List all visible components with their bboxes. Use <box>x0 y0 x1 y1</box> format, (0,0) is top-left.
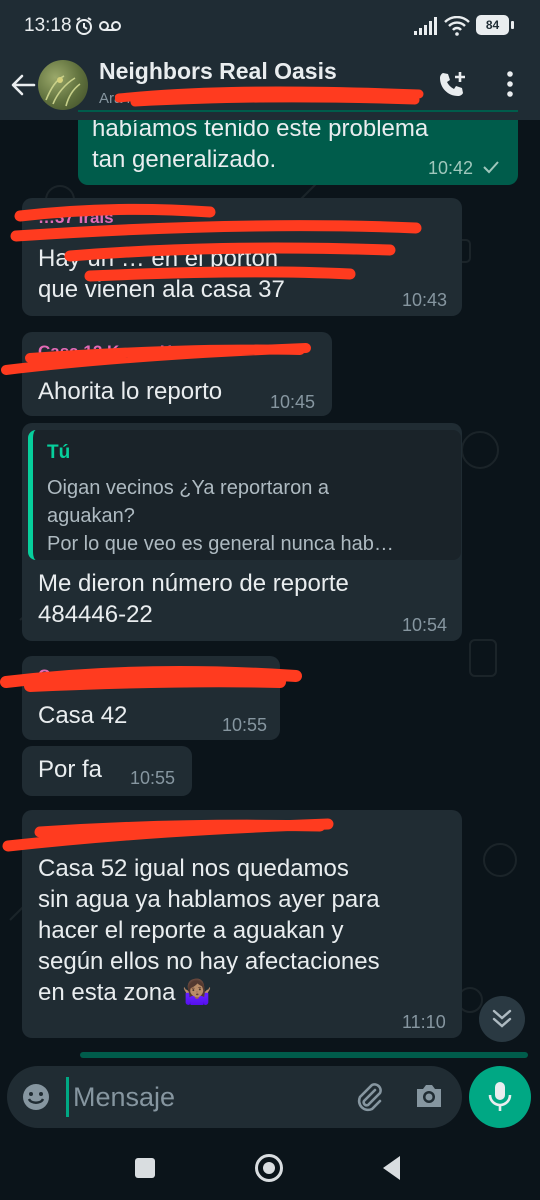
voicemail-icon <box>99 21 121 31</box>
chat-title[interactable]: Neighbors Real Oasis <box>99 58 337 85</box>
battery-level: 84 <box>485 18 500 32</box>
attach-icon[interactable] <box>353 1080 385 1114</box>
message-text: Casa 52 igual nos quedamos sin agua ya h… <box>38 855 380 1006</box>
message-text: Ahorita lo reporto <box>38 378 223 405</box>
quoted-line: Oigan vecinos ¿Ya reportaron a <box>47 477 330 499</box>
recents-square-icon[interactable] <box>135 1158 155 1178</box>
add-call-icon[interactable] <box>436 68 468 100</box>
back-triangle-icon[interactable] <box>380 1154 404 1182</box>
message-time: 10:55 <box>222 715 268 735</box>
message-text: Me dieron número de reporte 484446-22 <box>38 570 349 628</box>
message-text: habíamos tenido este problema tan genera… <box>92 115 429 173</box>
message-sender: Casa 12 Karen Herrera <box>38 342 221 361</box>
quoted-message[interactable]: Tú Oigan vecinos ¿Ya reportaron a aguaka… <box>28 430 461 560</box>
message-time: 10:54 <box>402 615 448 635</box>
sent-check-icon <box>483 161 499 174</box>
message-time: 10:55 <box>130 768 176 788</box>
status-time: 13:18 <box>24 15 72 36</box>
camera-icon[interactable] <box>414 1082 444 1110</box>
chat-subtitle[interactable]: Ara N <box>99 90 137 107</box>
quoted-sender: Tú <box>47 442 71 463</box>
text-caret <box>66 1077 69 1117</box>
alarm-icon <box>76 17 92 35</box>
composer <box>7 1066 462 1128</box>
next-message-peek <box>80 1052 528 1058</box>
scroll-down-button[interactable] <box>479 996 525 1042</box>
group-avatar[interactable] <box>38 60 88 110</box>
quoted-line: aguakan? <box>47 505 135 527</box>
emoji-icon[interactable] <box>21 1082 51 1112</box>
battery-icon: 84 <box>476 15 509 35</box>
message-time: 11:10 <box>402 1012 446 1032</box>
system-nav-bar <box>0 1134 540 1200</box>
message-time: 10:43 <box>402 290 448 310</box>
double-chevron-down-icon <box>492 1009 512 1028</box>
quoted-line: Por lo que veo es general nunca hab… <box>47 533 394 555</box>
message-text: Casa 42 <box>38 702 128 729</box>
more-vert-icon[interactable] <box>500 68 520 100</box>
quoted-text: Oigan vecinos ¿Ya reportaron a aguakan? … <box>47 474 447 558</box>
header-shadow <box>0 112 540 120</box>
message-time: 10:45 <box>270 392 316 412</box>
status-bar: 13:18 84 <box>0 0 540 52</box>
message-time: 10:42 <box>428 158 474 178</box>
mic-button[interactable] <box>469 1066 531 1128</box>
message-sender: … <box>38 820 55 839</box>
back-arrow-icon[interactable] <box>8 70 38 100</box>
message-text: Hay un … en el portón que vienen ala cas… <box>38 245 285 303</box>
home-circle-icon[interactable] <box>255 1154 283 1182</box>
message-text: Por fa <box>38 756 103 783</box>
signal-icon <box>414 17 437 35</box>
mic-icon <box>488 1082 512 1111</box>
message-sender: …37 Irais <box>38 208 114 227</box>
message-sender: Casa 42 … <box>38 666 124 685</box>
wifi-icon <box>444 16 470 36</box>
message-input[interactable] <box>67 1074 353 1120</box>
